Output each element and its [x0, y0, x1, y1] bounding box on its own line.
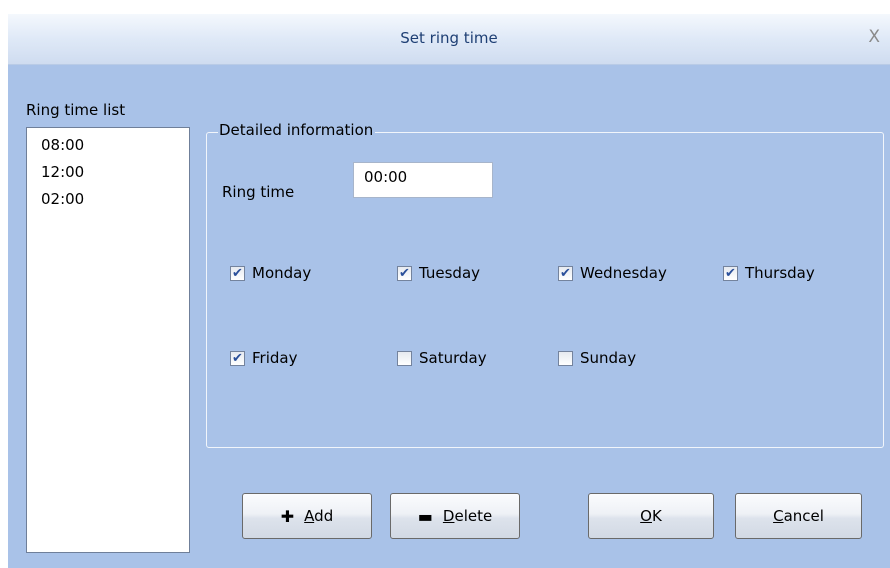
checkbox-label: Sunday: [580, 349, 637, 367]
wednesday-checkbox[interactable]: ✔ Wednesday: [558, 264, 667, 282]
checkbox-box[interactable]: [558, 350, 573, 366]
detailed-information-label: Detailed information: [218, 121, 376, 139]
checkbox-box[interactable]: ✔: [558, 265, 573, 281]
checkbox-label: Friday: [252, 349, 298, 367]
checkbox-label: Thursday: [745, 264, 815, 282]
set-ring-time-dialog: Set ring time X Ring time list 08:00 12:…: [0, 0, 890, 568]
plus-icon: ✚: [280, 506, 295, 526]
tuesday-checkbox[interactable]: ✔ Tuesday: [397, 264, 480, 282]
add-button-label: Add: [304, 507, 334, 525]
detailed-information-group: [206, 132, 884, 448]
friday-checkbox[interactable]: ✔ Friday: [230, 349, 297, 367]
checkbox-box[interactable]: ✔: [397, 265, 412, 281]
ring-time-list-label: Ring time list: [26, 101, 126, 119]
ring-time-input[interactable]: 00:00: [353, 162, 493, 198]
checkbox-label: Monday: [252, 264, 312, 282]
ring-time-label: Ring time: [222, 183, 295, 201]
list-item[interactable]: 02:00: [41, 190, 84, 208]
list-item[interactable]: 12:00: [41, 163, 84, 181]
ok-button[interactable]: OK: [588, 493, 714, 539]
delete-button[interactable]: ▬ Delete: [390, 493, 520, 539]
close-button[interactable]: X: [868, 27, 880, 47]
ok-button-label: OK: [640, 507, 662, 525]
checkbox-box[interactable]: ✔: [230, 265, 245, 281]
checkbox-label: Saturday: [419, 349, 487, 367]
delete-button-label: Delete: [442, 507, 493, 525]
checkbox-box[interactable]: ✔: [230, 350, 245, 366]
add-button[interactable]: ✚ Add: [242, 493, 372, 539]
dialog-title: Set ring time: [400, 29, 498, 47]
thursday-checkbox[interactable]: ✔ Thursday: [723, 264, 815, 282]
list-item[interactable]: 08:00: [41, 136, 84, 154]
title-bar[interactable]: Set ring time X: [8, 14, 890, 65]
monday-checkbox[interactable]: ✔ Monday: [230, 264, 311, 282]
dialog-body: Ring time list 08:00 12:00 02:00 Detaile…: [8, 65, 890, 568]
cancel-button-label: Cancel: [773, 507, 824, 525]
minus-icon: ▬: [417, 506, 433, 526]
checkbox-box[interactable]: ✔: [723, 265, 738, 281]
cancel-button[interactable]: Cancel: [735, 493, 862, 539]
ring-time-list[interactable]: 08:00 12:00 02:00: [26, 127, 190, 553]
sunday-checkbox[interactable]: Sunday: [558, 349, 636, 367]
saturday-checkbox[interactable]: Saturday: [397, 349, 487, 367]
checkbox-label: Wednesday: [580, 264, 667, 282]
checkbox-label: Tuesday: [419, 264, 481, 282]
checkbox-box[interactable]: [397, 350, 412, 366]
